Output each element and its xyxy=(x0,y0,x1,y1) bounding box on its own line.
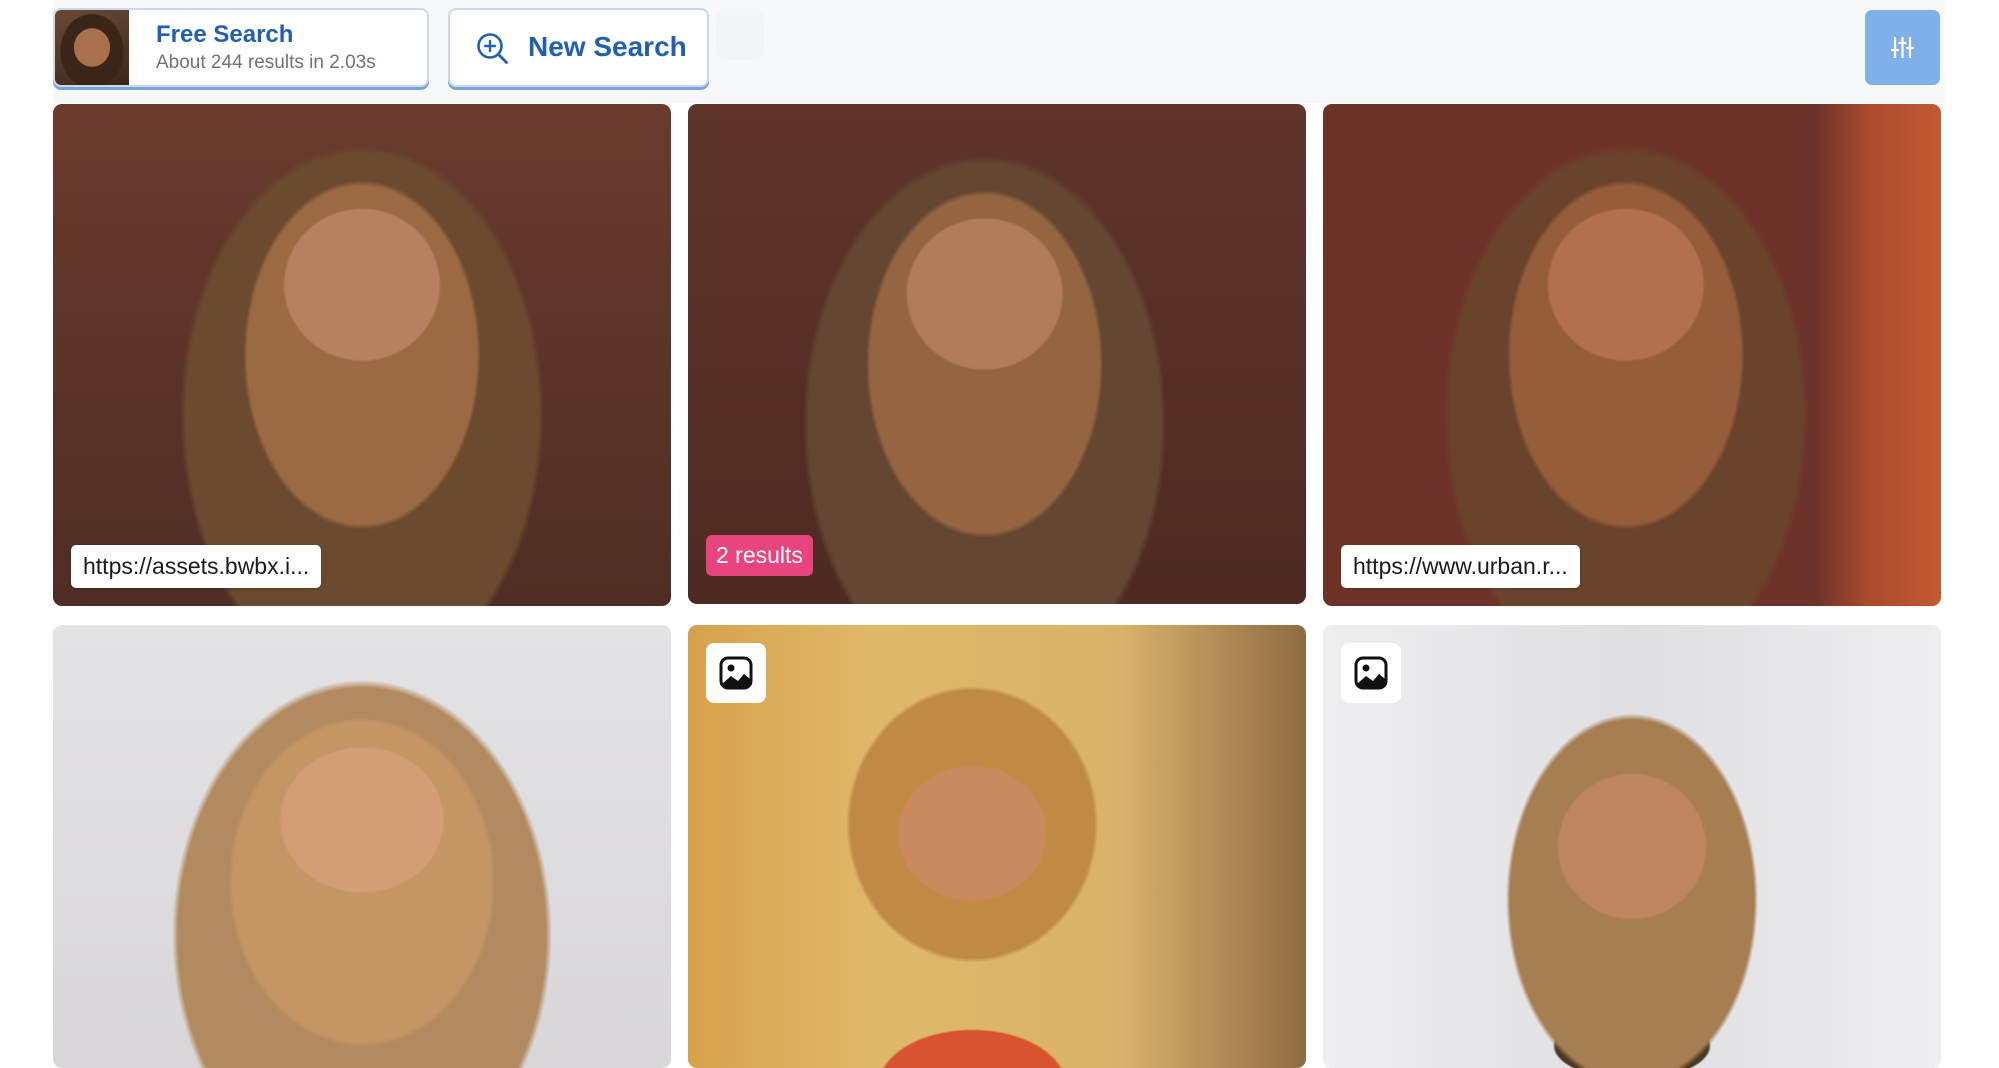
result-card[interactable] xyxy=(1323,625,1941,1068)
image-type-badge[interactable] xyxy=(706,643,766,703)
image-icon xyxy=(719,656,753,690)
search-card-title: Free Search xyxy=(156,21,294,48)
zoom-in-icon xyxy=(477,33,508,64)
result-image xyxy=(1323,104,1941,606)
new-search-label: New Search xyxy=(528,31,687,62)
results-count-badge[interactable]: 2 results xyxy=(706,535,813,576)
search-result-summary: About 244 results in 2.03s xyxy=(156,52,376,73)
result-image xyxy=(53,625,671,1068)
search-summary-card[interactable]: Free Search About 244 results in 2.03s xyxy=(53,8,429,87)
source-url-badge[interactable]: https://assets.bwbx.i... xyxy=(71,545,322,588)
result-card[interactable]: 2 results xyxy=(688,104,1306,604)
result-image xyxy=(53,104,671,606)
result-card[interactable] xyxy=(688,625,1306,1068)
image-icon xyxy=(1354,656,1388,690)
query-image-thumbnail xyxy=(55,10,129,85)
search-results-page: Free Search About 244 results in 2.03s N… xyxy=(0,0,1999,1068)
result-card[interactable] xyxy=(53,625,671,1068)
sliders-icon xyxy=(1891,37,1914,58)
result-card[interactable]: https://assets.bwbx.i... xyxy=(53,104,671,606)
new-search-button[interactable]: New Search xyxy=(448,8,709,87)
filter-button[interactable] xyxy=(1865,10,1940,85)
result-card[interactable]: https://www.urban.r... xyxy=(1323,104,1941,606)
result-image xyxy=(688,625,1306,1068)
result-image xyxy=(688,104,1306,604)
faded-control-icon xyxy=(716,10,764,60)
image-type-badge[interactable] xyxy=(1341,643,1401,703)
source-url-badge[interactable]: https://www.urban.r... xyxy=(1341,545,1580,588)
result-image xyxy=(1323,625,1941,1068)
